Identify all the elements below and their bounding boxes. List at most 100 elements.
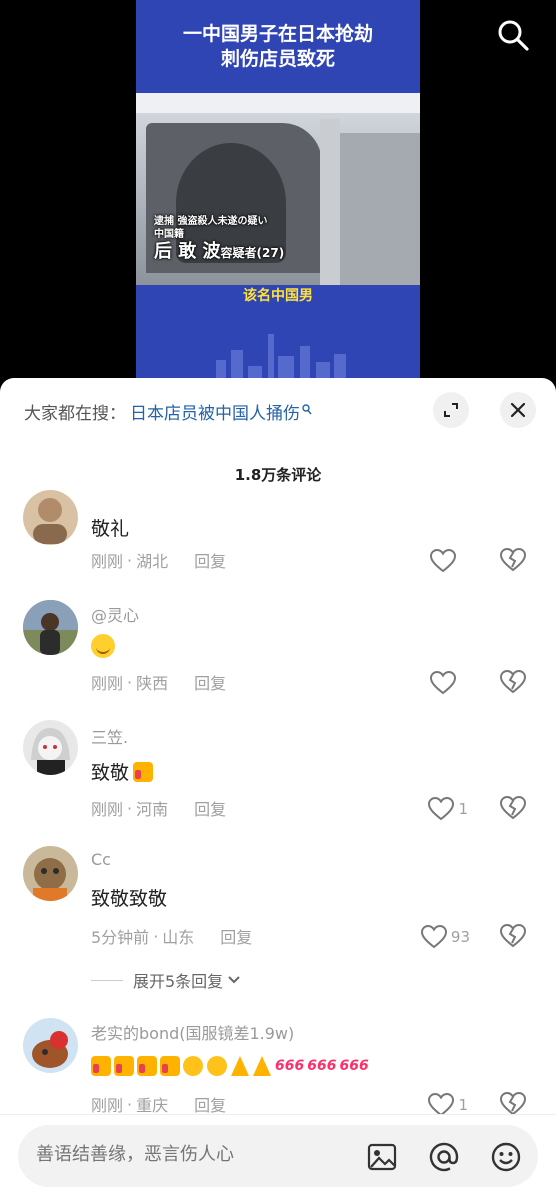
expand-replies-button[interactable]: 展开5条回复 <box>91 968 241 992</box>
broken-heart-icon <box>499 547 527 572</box>
thumbs-up-emoji <box>137 1056 157 1076</box>
reply-button[interactable]: 回复 <box>194 796 226 820</box>
reply-button[interactable]: 回复 <box>194 548 226 572</box>
broken-heart-icon <box>499 795 527 820</box>
comment-time: 刚刚 <box>91 1096 124 1115</box>
expand-replies-label: 展开5条回复 <box>133 972 224 991</box>
pray-emoji <box>231 1056 249 1076</box>
video-still-image: 逮捕 強盗殺人未遂の疑い 中国籍 后 敢 波容疑者(27) <box>136 93 420 285</box>
comment-username[interactable]: Cc <box>91 850 111 869</box>
broken-heart-icon <box>499 669 527 694</box>
dislike-button[interactable] <box>499 669 528 698</box>
image-icon[interactable] <box>366 1141 398 1173</box>
comment-location: 陕西 <box>136 674 169 693</box>
close-button[interactable] <box>500 392 536 428</box>
like-count: 1 <box>458 1096 468 1114</box>
video-frame: 一中国男子在日本抢劫 刺伤店员致死 逮捕 強盗殺人未遂の疑い 中国籍 后 敢 波… <box>136 0 420 392</box>
thumbs-up-emoji <box>133 761 154 782</box>
avatar[interactable] <box>23 720 78 775</box>
comment-meta: 刚刚 · 陕西 回复 <box>91 670 226 694</box>
comment-meta: 刚刚 · 重庆 回复 <box>91 1092 226 1116</box>
chevron-down-icon <box>228 976 240 984</box>
divider <box>91 979 123 981</box>
comment-text: 致敬致敬 <box>91 884 167 911</box>
comment-location: 山东 <box>162 928 195 947</box>
reply-button[interactable]: 回复 <box>194 670 226 694</box>
at-icon[interactable] <box>428 1141 460 1173</box>
comment-input[interactable] <box>36 1144 336 1165</box>
comment-sheet: 大家都在搜： 日本店员被中国人捅伤 1.8万条评论 敬礼 刚刚 · 湖北 回复 … <box>0 378 556 1200</box>
like-button[interactable]: 1 <box>412 794 468 824</box>
video-headline: 一中国男子在日本抢劫 刺伤店员致死 <box>136 22 420 72</box>
thumbs-up-emoji <box>91 1056 111 1076</box>
comment-time: 刚刚 <box>91 800 124 819</box>
caption-charge: 逮捕 強盗殺人未遂の疑い <box>154 216 268 227</box>
heart-icon <box>420 925 447 949</box>
comment-input-bar <box>0 1114 556 1200</box>
hot-search-bar[interactable]: 大家都在搜： 日本店员被中国人捅伤 <box>24 396 312 426</box>
like-count: 1 <box>458 800 468 818</box>
dislike-button[interactable] <box>499 923 528 952</box>
comment-text-content: 致敬致敬 <box>91 888 168 910</box>
666-emoji: 666 <box>339 1058 369 1074</box>
comment-time: 5分钟前 <box>91 928 150 947</box>
comment-count: 1.8万条评论 <box>234 466 322 484</box>
video-headline-line1: 一中国男子在日本抢劫 <box>182 23 373 45</box>
comment-text: 致敬 <box>91 758 154 785</box>
video-subtitle: 该名中国男 <box>243 288 313 304</box>
comment-text: 666 666 666 <box>91 1056 372 1076</box>
broken-heart-icon <box>499 1091 527 1116</box>
comment-text-content: 致敬 <box>91 762 130 784</box>
comment-location: 湖北 <box>136 552 169 571</box>
dislike-button[interactable] <box>499 547 528 576</box>
expand-icon <box>444 403 458 417</box>
heart-icon <box>430 671 456 695</box>
search-icon[interactable] <box>496 18 530 52</box>
caption-name-line: 后 敢 波容疑者(27) <box>154 241 304 264</box>
heart-icon <box>430 549 456 573</box>
reply-button[interactable]: 回复 <box>194 1092 226 1116</box>
avatar[interactable] <box>23 490 78 545</box>
comment-location: 河南 <box>136 800 169 819</box>
like-button[interactable]: 93 <box>408 922 470 952</box>
video-player[interactable]: 一中国男子在日本抢劫 刺伤店员致死 逮捕 強盗殺人未遂の疑い 中国籍 后 敢 波… <box>0 0 556 392</box>
avatar[interactable] <box>23 1018 78 1073</box>
like-button[interactable] <box>412 668 468 698</box>
666-emoji: 666 <box>307 1058 337 1074</box>
like-button[interactable] <box>412 546 468 576</box>
comment-meta: 刚刚 · 湖北 回复 <box>91 548 226 572</box>
expand-button[interactable] <box>433 392 469 428</box>
heart-icon <box>428 797 455 821</box>
thumbs-up-emoji <box>160 1056 180 1076</box>
thumbs-up-emoji <box>114 1056 134 1076</box>
reply-button[interactable]: 回复 <box>220 924 252 948</box>
emoji-icon[interactable] <box>490 1141 522 1173</box>
comment-text-content: 敬礼 <box>91 518 130 540</box>
like-count: 93 <box>450 928 470 946</box>
comment-time: 刚刚 <box>91 552 124 571</box>
pray-emoji <box>253 1056 271 1076</box>
clap-emoji <box>183 1056 203 1076</box>
hot-search-query[interactable]: 日本店员被中国人捅伤 <box>130 399 300 424</box>
clap-emoji <box>207 1056 227 1076</box>
comment-username[interactable]: 三笠. <box>91 724 128 748</box>
avatar[interactable] <box>23 600 78 655</box>
smile-emoji <box>91 634 115 658</box>
666-emoji: 666 <box>275 1058 305 1074</box>
hot-search-magnifier-icon <box>302 403 312 419</box>
comment-username[interactable]: 老实的bond(国服镜差1.9w) <box>91 1020 294 1044</box>
news-caption: 逮捕 強盗殺人未遂の疑い 中国籍 后 敢 波容疑者(27) <box>154 215 304 264</box>
caption-nationality: 中国籍 <box>154 229 184 240</box>
dislike-button[interactable] <box>499 795 528 824</box>
video-headline-line2: 刺伤店员致死 <box>220 48 335 70</box>
comment-meta: 5分钟前 · 山东 回复 <box>91 924 252 948</box>
caption-suffix: 容疑者(27) <box>220 246 285 260</box>
comment-username[interactable]: @灵心 <box>91 602 139 626</box>
caption-name: 后 敢 波 <box>154 241 221 262</box>
avatar[interactable] <box>23 846 78 901</box>
comment-text <box>91 634 115 658</box>
hot-search-label: 大家都在搜： <box>24 403 126 424</box>
comment-text: 敬礼 <box>91 514 129 541</box>
broken-heart-icon <box>499 923 527 948</box>
comment-location: 重庆 <box>136 1096 169 1115</box>
